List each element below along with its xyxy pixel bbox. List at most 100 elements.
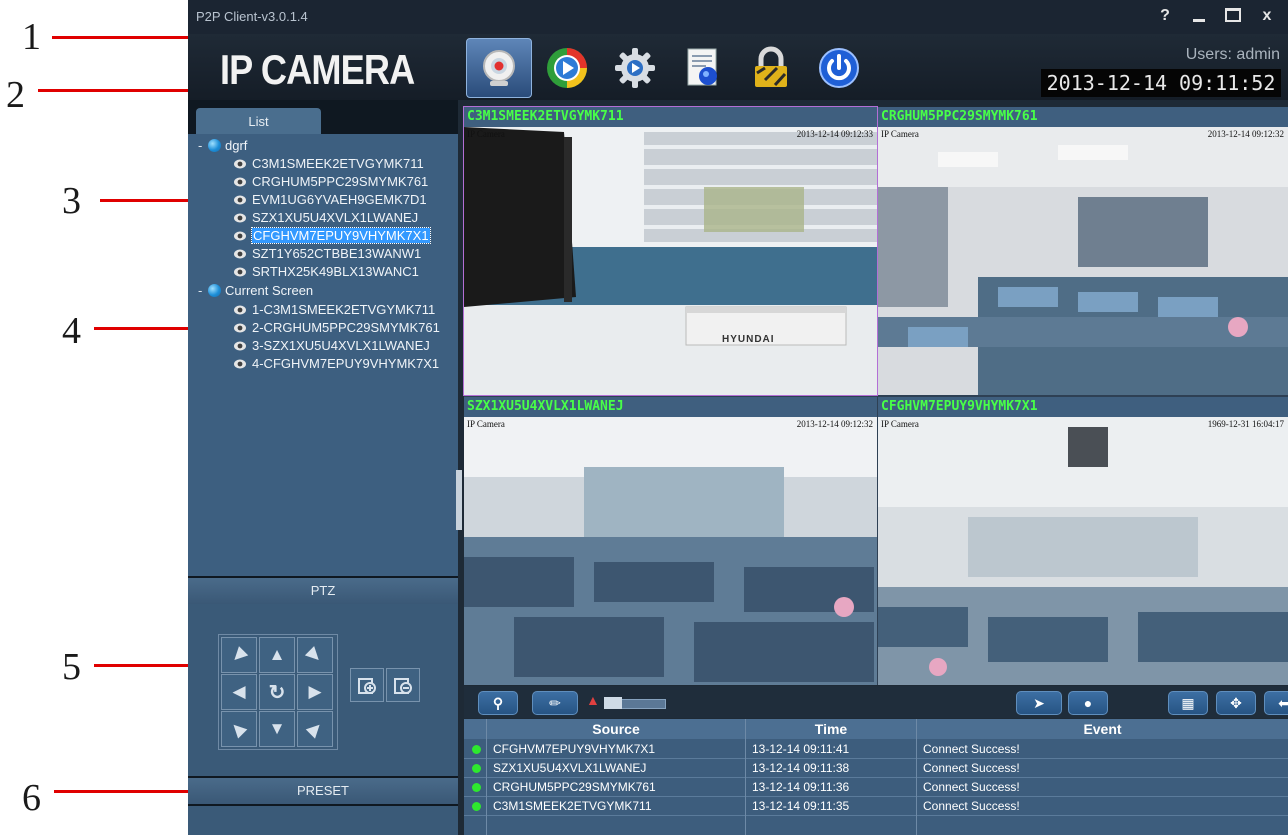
help-button[interactable]: ? — [1150, 4, 1180, 28]
row-source: SZX1XU5U4XVLX1LWANEJ — [493, 761, 647, 775]
device-item[interactable]: EVM1UG6YVAEH9GEMK7D1 — [232, 191, 427, 208]
ptz-right-button[interactable]: ▶ — [297, 674, 333, 710]
device-label: C3M1SMEEK2ETVGYMK711 — [252, 156, 424, 171]
arrow-up-icon: ▲ — [268, 645, 286, 664]
device-camera-icon — [234, 323, 246, 333]
video-panel-title: SZX1XU5U4XVLX1LWANEJ — [464, 397, 877, 417]
column-header-time[interactable]: Time — [746, 719, 916, 739]
device-item[interactable]: CRGHUM5PPC29SMYMK761 — [232, 173, 428, 190]
osd-timestamp: 1969-12-31 16:04:17 — [1207, 419, 1284, 429]
fullscreen-button[interactable]: ✥ — [1216, 691, 1256, 715]
log-button[interactable] — [670, 38, 736, 98]
snapshot-button[interactable]: ● — [1068, 691, 1108, 715]
power-button[interactable] — [806, 38, 872, 98]
video-panel-3[interactable]: SZX1XU5U4XVLX1LWANEJ IP Camera 2013-12-1… — [464, 397, 877, 685]
annotation-4: 4 — [62, 310, 81, 352]
video-panel-4[interactable]: CFGHVM7EPUY9VHYMK7X1 IP Camera 1969-12-3… — [878, 397, 1288, 685]
column-header-status — [464, 719, 486, 739]
device-camera-icon — [234, 341, 246, 351]
playback-button[interactable] — [534, 38, 600, 98]
tab-list[interactable]: List — [196, 108, 321, 134]
status-dot-icon — [472, 745, 481, 754]
lock-icon — [755, 46, 787, 87]
video-control-bar: ⚲ ✏ ▲ ➤ ● ▦ ✥ ⬅ — [464, 686, 1288, 718]
ptz-down-right-button[interactable]: ▶ — [297, 711, 333, 747]
osd-camera-name: IP Camera — [881, 129, 919, 139]
device-item[interactable]: SRTHX25K49BLX13WANC1 — [232, 263, 419, 280]
talk-button[interactable]: ✏ — [532, 691, 578, 715]
device-camera-icon — [234, 359, 246, 369]
collapse-icon[interactable]: - — [198, 137, 208, 154]
device-item[interactable]: SZX1XU5U4XVLX1LWANEJ — [232, 209, 418, 226]
device-camera-icon — [234, 267, 246, 277]
device-item-selected[interactable]: CFGHVM7EPUY9VHYMK7X1 — [232, 227, 431, 244]
device-item[interactable]: SZT1Y652CTBBE13WANW1 — [232, 245, 421, 262]
collapse-icon[interactable]: - — [198, 282, 208, 299]
arrow-left-icon: ⬅ — [1278, 694, 1288, 711]
arrow-right-icon: ▶ — [308, 682, 322, 701]
ptz-down-button[interactable]: ▼ — [259, 711, 295, 747]
live-view-button[interactable] — [466, 38, 532, 98]
arrow-down-left-icon: ◀ — [228, 717, 251, 740]
column-header-source[interactable]: Source — [487, 719, 745, 739]
screen-item[interactable]: 4-CFGHVM7EPUY9VHYMK7X1 — [232, 355, 439, 372]
table-row[interactable]: CFGHVM7EPUY9VHYMK7X1 13-12-14 09:11:41 C… — [464, 740, 1288, 759]
volume-slider-handle[interactable] — [604, 697, 622, 709]
minimize-button[interactable] — [1184, 4, 1214, 28]
maximize-button[interactable] — [1218, 4, 1248, 28]
video-feed[interactable]: IP Camera 2013-12-14 09:12:33 HYUNDAI — [464, 127, 877, 395]
settings-button[interactable] — [602, 38, 668, 98]
record-button[interactable]: ➤ — [1016, 691, 1062, 715]
zoom-out-button[interactable] — [386, 668, 420, 702]
ptz-up-right-button[interactable]: ▶ — [297, 637, 333, 673]
video-panel-1[interactable]: C3M1SMEEK2ETVGYMK711 IP Camera 2013-12-1… — [463, 106, 878, 396]
screen-item[interactable]: 2-CRGHUM5PPC29SMYMK761 — [232, 319, 440, 336]
screen-item[interactable]: 1-C3M1SMEEK2ETVGYMK711 — [232, 301, 435, 318]
ptz-up-button[interactable]: ▲ — [259, 637, 295, 673]
zoom-button[interactable]: ⚲ — [478, 691, 518, 715]
device-camera-icon — [234, 159, 246, 169]
video-panel-title: C3M1SMEEK2ETVGYMK711 — [464, 107, 877, 127]
osd-timestamp: 2013-12-14 09:12:33 — [796, 129, 873, 139]
ptz-up-left-button[interactable]: ◀ — [221, 637, 257, 673]
status-dot-icon — [472, 802, 481, 811]
column-header-event[interactable]: Event — [917, 719, 1288, 739]
table-row[interactable]: CRGHUM5PPC29SMYMK761 13-12-14 09:11:36 C… — [464, 778, 1288, 797]
lock-button[interactable] — [738, 38, 804, 98]
ptz-header[interactable]: PTZ — [188, 578, 458, 604]
video-feed[interactable]: IP Camera 1969-12-31 16:04:17 — [878, 417, 1288, 685]
group-dgrf[interactable]: - dgrf — [198, 137, 247, 154]
close-button[interactable]: x — [1252, 4, 1282, 28]
table-row[interactable]: C3M1SMEEK2ETVGYMK711 13-12-14 09:11:35 C… — [464, 797, 1288, 816]
settings-icon — [615, 48, 655, 88]
zoom-in-icon — [358, 678, 376, 694]
power-icon — [819, 48, 859, 88]
window-title: P2P Client-v3.0.1.4 — [196, 9, 308, 24]
zoom-in-button[interactable] — [350, 668, 384, 702]
screen-label: 4-CFGHVM7EPUY9VHYMK7X1 — [252, 356, 440, 371]
ptz-auto-rotate-button[interactable]: ↻ — [259, 674, 295, 710]
ptz-down-left-button[interactable]: ◀ — [221, 711, 257, 747]
video-feed[interactable]: IP Camera 2013-12-14 09:12:32 — [878, 127, 1288, 395]
layout-grid-button[interactable]: ▦ — [1168, 691, 1208, 715]
arrow-up-right-icon: ▶ — [304, 643, 327, 666]
osd-camera-name: IP Camera — [467, 419, 505, 429]
log-icon — [687, 48, 717, 86]
device-item[interactable]: C3M1SMEEK2ETVGYMK711 — [232, 155, 424, 172]
table-row[interactable]: SZX1XU5U4XVLX1LWANEJ 13-12-14 09:11:38 C… — [464, 759, 1288, 778]
video-panel-2[interactable]: CRGHUM5PPC29SMYMK761 IP Camera 2013-12-1… — [878, 107, 1288, 395]
column-divider — [745, 719, 746, 835]
ptz-left-button[interactable]: ◀ — [221, 674, 257, 710]
row-event: Connect Success! — [923, 799, 1020, 813]
screen-item[interactable]: 3-SZX1XU5U4XVLX1LWANEJ — [232, 337, 430, 354]
panel-splitter-handle[interactable] — [456, 470, 462, 530]
box-brand-label: HYUNDAI — [722, 334, 775, 345]
p2p-client-window: P2P Client-v3.0.1.4 ? x IP CAMERA Users:… — [188, 0, 1288, 835]
annotation-5: 5 — [62, 646, 81, 688]
previous-page-button[interactable]: ⬅ — [1264, 691, 1288, 715]
group-current-screen[interactable]: - Current Screen — [198, 282, 313, 299]
video-feed[interactable]: IP Camera 2013-12-14 09:12:32 — [464, 417, 877, 685]
preset-header[interactable]: PRESET — [188, 778, 458, 804]
speaker-icon[interactable]: ▲ — [586, 692, 600, 708]
camera-feed-fisheye — [878, 417, 1288, 685]
